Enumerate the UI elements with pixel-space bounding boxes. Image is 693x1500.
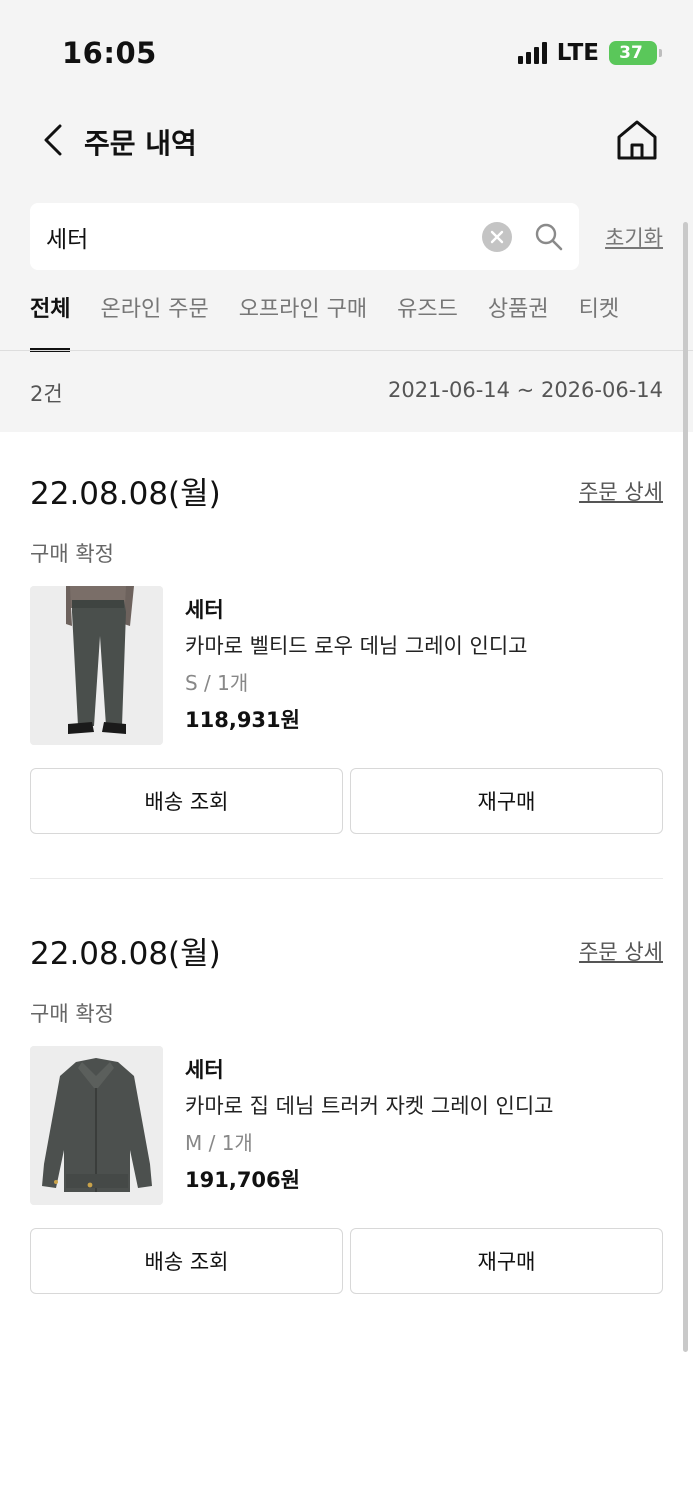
search-icon	[535, 223, 563, 251]
search-input[interactable]	[46, 203, 476, 270]
chevron-left-icon	[44, 124, 62, 156]
product-price: 191,706원	[185, 1168, 300, 1192]
track-delivery-button[interactable]: 배송 조회	[30, 768, 343, 834]
battery-level: 37	[619, 43, 643, 63]
date-range[interactable]: 2021-06-14 ~ 2026-06-14	[388, 378, 663, 402]
status-time: 16:05	[62, 36, 157, 70]
home-button[interactable]	[615, 118, 659, 162]
product-price: 118,931원	[185, 708, 300, 732]
filter-tabs: 전체 온라인 주문 오프라인 구매 유즈드 상품권 티켓	[30, 290, 619, 352]
product-option: M / 1개	[185, 1131, 253, 1155]
reset-link[interactable]: 초기화	[605, 222, 663, 252]
order-card: 22.08.08(월) 주문 상세 구매 확정 세터 카마로 벨티드 로우 데님…	[30, 468, 663, 838]
product-image[interactable]	[30, 586, 163, 745]
product-name[interactable]: 카마로 집 데님 트러커 자켓 그레이 인디고	[185, 1090, 554, 1120]
back-button[interactable]	[36, 120, 70, 160]
network-label: LTE	[556, 40, 599, 66]
product-brand: 세터	[185, 598, 224, 622]
search-box	[30, 203, 579, 270]
order-detail-link[interactable]: 주문 상세	[579, 476, 663, 506]
search-button[interactable]	[533, 221, 565, 253]
tab-tickets[interactable]: 티켓	[579, 290, 619, 352]
tab-offline-purchases[interactable]: 오프라인 구매	[239, 290, 367, 352]
order-status: 구매 확정	[30, 1002, 114, 1026]
rebuy-button[interactable]: 재구매	[350, 1228, 663, 1294]
product-image[interactable]	[30, 1046, 163, 1205]
order-detail-link[interactable]: 주문 상세	[579, 936, 663, 966]
battery-icon: 37	[609, 41, 662, 65]
home-icon	[617, 120, 657, 160]
tab-used[interactable]: 유즈드	[397, 290, 458, 352]
track-delivery-button[interactable]: 배송 조회	[30, 1228, 343, 1294]
tab-gift-cards[interactable]: 상품권	[488, 290, 549, 352]
scrollbar[interactable]	[683, 222, 688, 1352]
tab-online-orders[interactable]: 온라인 주문	[100, 290, 208, 352]
product-name[interactable]: 카마로 벨티드 로우 데님 그레이 인디고	[185, 630, 528, 660]
tab-all[interactable]: 전체	[30, 290, 71, 352]
order-date: 22.08.08(월)	[30, 476, 221, 512]
jeans-image	[30, 586, 163, 745]
status-indicators: LTE 37	[517, 40, 662, 66]
product-brand: 세터	[185, 1058, 224, 1082]
jacket-image	[30, 1046, 163, 1205]
order-card: 22.08.08(월) 주문 상세 구매 확정 세터 카마로 집 데님 트러커 …	[30, 928, 663, 1298]
rebuy-button[interactable]: 재구매	[350, 768, 663, 834]
order-status: 구매 확정	[30, 542, 114, 566]
tab-divider	[0, 350, 693, 351]
order-count: 2건	[30, 382, 63, 406]
order-date: 22.08.08(월)	[30, 936, 221, 972]
page-title: 주문 내역	[84, 127, 197, 160]
product-option: S / 1개	[185, 671, 249, 695]
clear-button[interactable]	[482, 222, 512, 252]
order-divider	[30, 878, 663, 879]
close-icon	[490, 230, 504, 244]
signal-icon	[517, 42, 547, 64]
